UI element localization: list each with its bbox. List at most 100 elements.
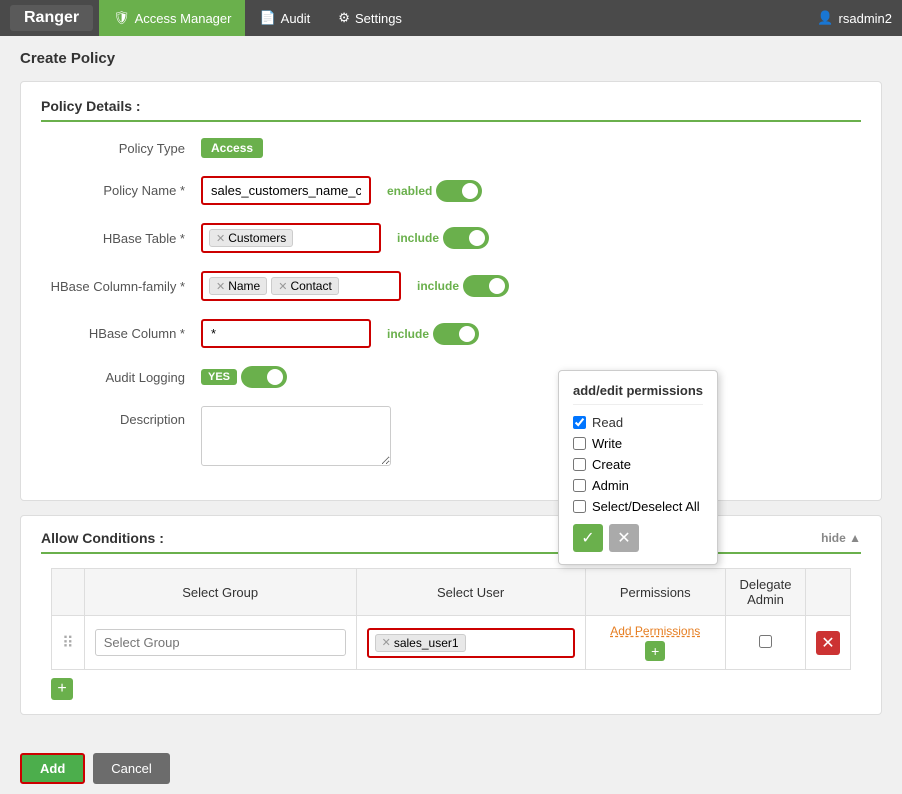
name-tag-remove[interactable]: ✕	[216, 280, 225, 293]
read-label: Read	[592, 415, 623, 430]
group-cell	[84, 616, 356, 670]
bottom-buttons: Add Cancel	[0, 743, 902, 794]
description-label: Description	[41, 412, 201, 427]
policy-name-row: Policy Name * sales_customers_name_conta…	[41, 176, 861, 205]
policy-name-toggle-wrap: enabled	[387, 180, 482, 202]
hbase-table-toggle[interactable]	[443, 227, 489, 249]
hbase-column-toggle-label: include	[387, 327, 429, 341]
hbase-table-input[interactable]: ✕ Customers	[201, 223, 381, 253]
hbase-colfamily-input[interactable]: ✕ Name ✕ Contact	[201, 271, 401, 301]
user-icon: 👤	[817, 10, 833, 26]
policy-details-section: Policy Details : Policy Type Access Poli…	[20, 81, 882, 501]
customers-tag-remove[interactable]: ✕	[216, 232, 225, 245]
nav-access-manager[interactable]: 🛡 Access Manager	[99, 0, 245, 36]
popup-confirm-button[interactable]: ✓	[573, 524, 603, 552]
conditions-container: Select Group Select User Permissions Del…	[41, 568, 861, 700]
user-cell: ✕ sales_user1	[356, 616, 585, 670]
select-group-input[interactable]	[95, 629, 346, 656]
brand-logo: Ranger	[10, 5, 93, 31]
sales-user1-tag[interactable]: ✕ sales_user1	[375, 634, 466, 652]
delegate-admin-cell	[726, 616, 806, 670]
shield-icon: 🛡	[113, 10, 130, 26]
delete-row-button[interactable]: ✕	[816, 631, 840, 655]
read-checkbox[interactable]	[573, 416, 586, 429]
doc-icon: 📄	[259, 10, 275, 26]
selectall-checkbox[interactable]	[573, 500, 586, 513]
popup-read-item: Read	[573, 415, 703, 430]
admin-checkbox[interactable]	[573, 479, 586, 492]
top-nav: Ranger 🛡 Access Manager 📄 Audit ⚙ Settin…	[0, 0, 902, 36]
selectall-label: Select/Deselect All	[592, 499, 700, 514]
popup-title: add/edit permissions	[573, 383, 703, 405]
allow-conditions-header: Allow Conditions : hide ▲	[41, 530, 861, 554]
popup-selectall-item: Select/Deselect All	[573, 499, 703, 514]
conditions-table: Select Group Select User Permissions Del…	[51, 568, 851, 670]
audit-toggle-wrap: YES	[201, 366, 287, 388]
description-row: Description	[41, 406, 861, 466]
hbase-column-toggle-wrap: include	[387, 323, 479, 345]
popup-write-item: Write	[573, 436, 703, 451]
hide-link[interactable]: hide ▲	[821, 531, 861, 545]
add-button[interactable]: Add	[20, 753, 85, 784]
col-delegate-admin-header: DelegateAdmin	[726, 569, 806, 616]
hbase-table-row: HBase Table * ✕ Customers include	[41, 223, 861, 253]
policy-name-input[interactable]: sales_customers_name_contact	[201, 176, 371, 205]
sales-user1-tag-remove[interactable]: ✕	[382, 636, 391, 649]
hbase-colfamily-toggle-wrap: include	[417, 275, 509, 297]
add-permissions-button[interactable]: +	[645, 641, 665, 661]
hbase-column-row: HBase Column * * include	[41, 319, 861, 348]
create-label: Create	[592, 457, 631, 472]
audit-logging-label: Audit Logging	[41, 370, 201, 385]
policy-type-badge: Access	[201, 138, 263, 158]
policy-type-row: Policy Type Access	[41, 138, 861, 158]
main-content: Create Policy Policy Details : Policy Ty…	[0, 36, 902, 743]
user-info: 👤 rsadmin2	[817, 10, 892, 26]
write-checkbox[interactable]	[573, 437, 586, 450]
add-permissions-link[interactable]: Add Permissions	[596, 624, 715, 638]
hbase-table-label: HBase Table *	[41, 231, 201, 246]
drag-handle-icon[interactable]: ⠿	[62, 635, 74, 652]
select-user-input[interactable]: ✕ sales_user1	[367, 628, 575, 658]
admin-label: Admin	[592, 478, 629, 493]
description-input[interactable]	[201, 406, 391, 466]
allow-conditions-section: Allow Conditions : hide ▲ Select Group S…	[20, 515, 882, 715]
hbase-column-input[interactable]: *	[201, 319, 371, 348]
hbase-column-toggle[interactable]	[433, 323, 479, 345]
hbase-colfamily-row: HBase Column-family * ✕ Name ✕ Contact i…	[41, 271, 861, 301]
policy-name-toggle[interactable]	[436, 180, 482, 202]
policy-name-label: Policy Name *	[41, 183, 201, 198]
nav-audit[interactable]: 📄 Audit	[245, 0, 324, 36]
popup-create-item: Create	[573, 457, 703, 472]
customers-tag[interactable]: ✕ Customers	[209, 229, 293, 247]
popup-admin-item: Admin	[573, 478, 703, 493]
policy-type-label: Policy Type	[41, 141, 201, 156]
audit-yes-badge: YES	[201, 369, 237, 385]
contact-tag[interactable]: ✕ Contact	[271, 277, 339, 295]
table-row: ⠿ ✕ sales_user1	[52, 616, 851, 670]
contact-tag-remove[interactable]: ✕	[278, 280, 287, 293]
audit-logging-row: Audit Logging YES	[41, 366, 861, 388]
policy-name-toggle-label: enabled	[387, 184, 432, 198]
col-select-group-header: Select Group	[84, 569, 356, 616]
hbase-table-toggle-label: include	[397, 231, 439, 245]
name-tag[interactable]: ✕ Name	[209, 277, 267, 295]
col-permissions-header: Permissions	[585, 569, 725, 616]
col-select-user-header: Select User	[356, 569, 585, 616]
hbase-table-toggle-wrap: include	[397, 227, 489, 249]
hbase-colfamily-toggle-label: include	[417, 279, 459, 293]
col-drag	[52, 569, 85, 616]
page-title: Create Policy	[20, 50, 882, 67]
add-row-button[interactable]: +	[51, 678, 73, 700]
create-checkbox[interactable]	[573, 458, 586, 471]
permissions-cell: Add Permissions +	[585, 616, 725, 670]
hbase-colfamily-toggle[interactable]	[463, 275, 509, 297]
cancel-button[interactable]: Cancel	[93, 753, 169, 784]
policy-details-header: Policy Details :	[41, 98, 861, 122]
audit-toggle[interactable]	[241, 366, 287, 388]
delegate-admin-checkbox[interactable]	[759, 635, 772, 648]
hbase-colfamily-label: HBase Column-family *	[41, 279, 201, 294]
nav-settings[interactable]: ⚙ Settings	[324, 0, 416, 36]
col-actions-header	[806, 569, 851, 616]
popup-cancel-button[interactable]: ✕	[609, 524, 639, 552]
permissions-popup: add/edit permissions Read Write Create A…	[558, 370, 718, 565]
